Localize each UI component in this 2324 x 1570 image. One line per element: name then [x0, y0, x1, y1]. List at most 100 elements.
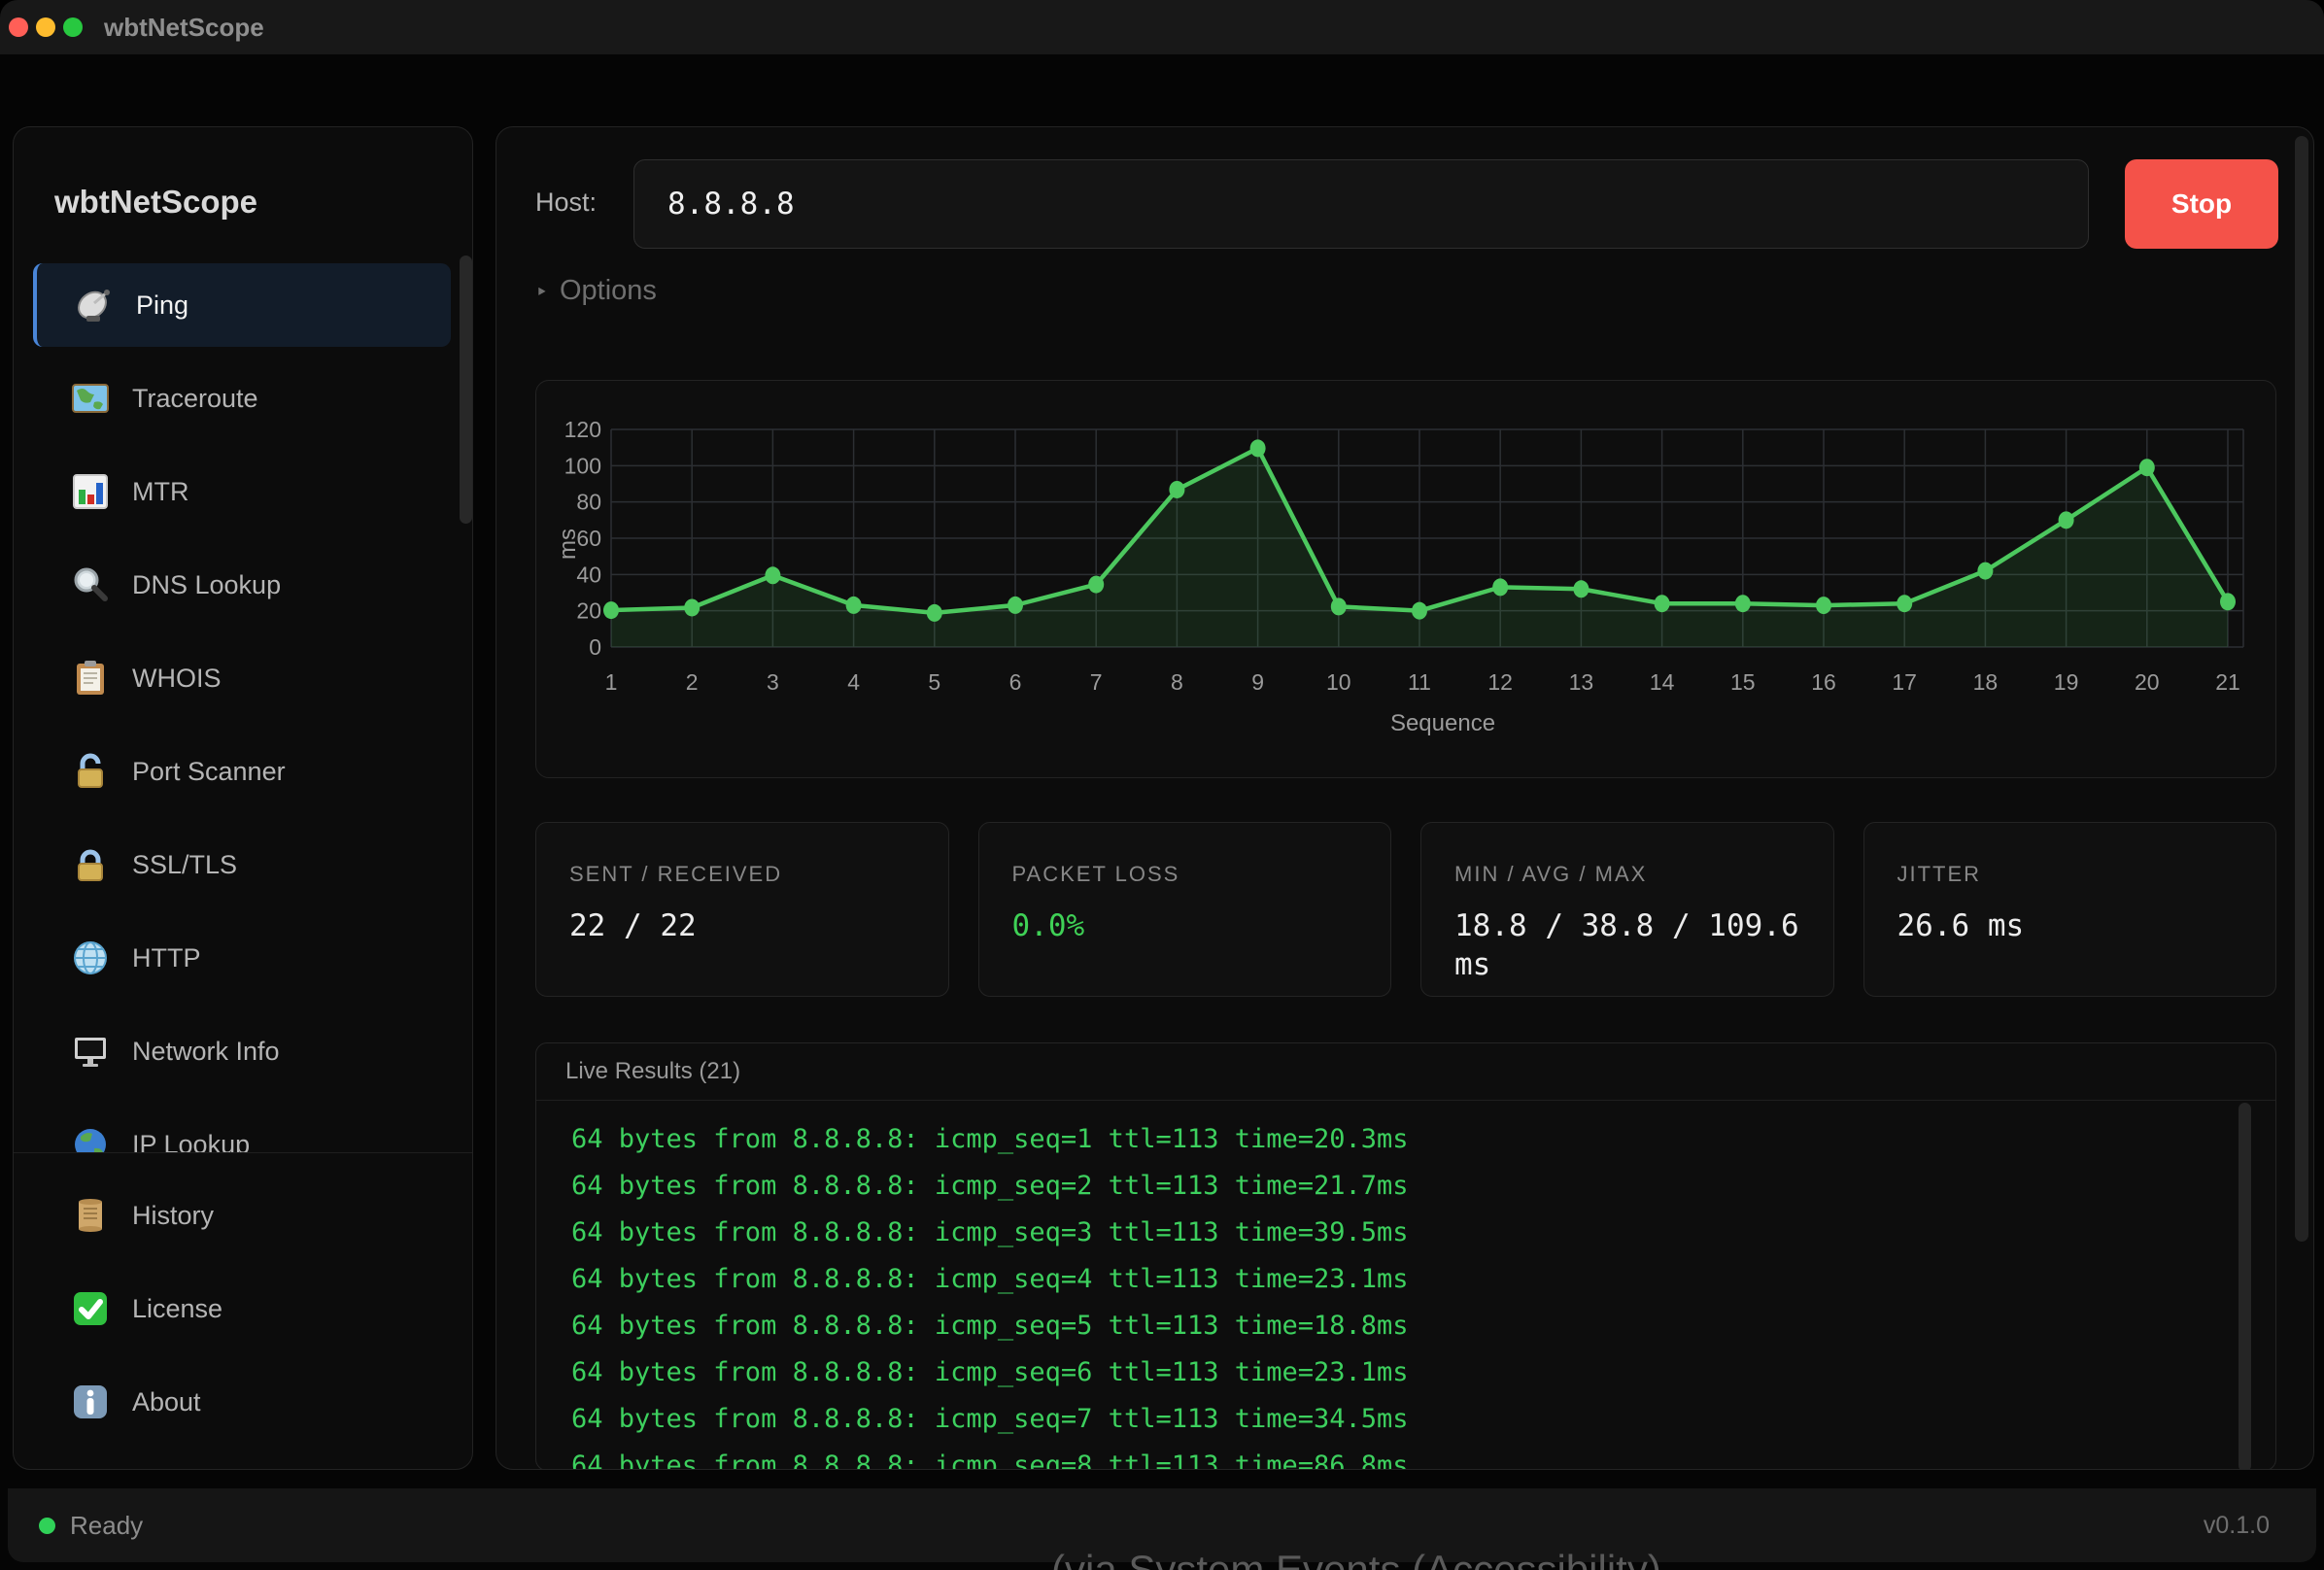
zoom-window-button[interactable]	[63, 17, 83, 37]
svg-text:10: 10	[1326, 669, 1351, 695]
svg-text:0: 0	[589, 634, 601, 660]
chart-panel: 0204060801001201234567891011121314151617…	[535, 380, 2276, 778]
app-brand: wbtNetScope	[54, 184, 257, 221]
sidebar-item-label: MTR	[132, 477, 188, 507]
stat-card-sent-received: SENT / RECEIVED 22 / 22	[535, 822, 949, 997]
sidebar-item-history[interactable]: History	[33, 1174, 451, 1257]
magnifier-icon	[68, 563, 113, 607]
background-window-text: …(via System Events (Accessibility)…	[1010, 1547, 1702, 1570]
options-toggle[interactable]: ‣ Options	[535, 275, 657, 307]
sidebar-item-whois[interactable]: WHOIS	[33, 636, 451, 720]
minimize-window-button[interactable]	[36, 17, 55, 37]
host-label: Host:	[535, 188, 597, 218]
svg-text:12: 12	[1487, 669, 1513, 695]
info-badge-icon	[68, 1380, 113, 1424]
svg-text:19: 19	[2054, 669, 2079, 695]
svg-text:20: 20	[576, 598, 601, 624]
svg-text:6: 6	[1009, 669, 1022, 695]
host-input[interactable]	[633, 159, 2089, 249]
scroll-icon	[68, 1193, 113, 1238]
svg-text:Sequence: Sequence	[1390, 710, 1495, 736]
sidebar-nav: Ping Traceroute MTR DNS Lookup WHOIS Port Sca…	[14, 249, 472, 1152]
stat-label: MIN / AVG / MAX	[1454, 862, 1800, 887]
sidebar-item-label: DNS Lookup	[132, 570, 281, 600]
sidebar-item-label: WHOIS	[132, 664, 222, 694]
main-panel: Host: Stop ‣Options 02040608010012012345…	[496, 126, 2314, 1470]
world-map-icon	[68, 376, 113, 421]
stats-row: SENT / RECEIVED 22 / 22 PACKET LOSS0.0% MIN…	[535, 822, 2276, 997]
log-scrollbar[interactable]	[2239, 1103, 2251, 1470]
sidebar-item-label: SSL/TLS	[132, 850, 237, 880]
svg-text:20: 20	[2135, 669, 2160, 695]
stat-card-jitter: JITTER 26.6 ms	[1863, 822, 2277, 997]
sidebar-item-label: HTTP	[132, 943, 201, 973]
sidebar-item-port-scanner[interactable]: Port Scanner	[33, 730, 451, 813]
stat-value: 22 / 22	[569, 906, 915, 945]
globe-icon	[68, 936, 113, 980]
main-scrollbar[interactable]	[2295, 136, 2308, 1242]
sidebar-item-label: Port Scanner	[132, 757, 286, 787]
close-window-button[interactable]	[9, 17, 28, 37]
svg-text:15: 15	[1730, 669, 1756, 695]
svg-text:ms: ms	[555, 529, 581, 560]
sidebar-item-dns-lookup[interactable]: DNS Lookup	[33, 543, 451, 627]
window-title: wbtNetScope	[104, 0, 264, 54]
svg-text:9: 9	[1251, 669, 1264, 695]
ping-latency-chart: 0204060801001201234567891011121314151617…	[536, 381, 2275, 777]
stat-value: 0.0%	[1012, 906, 1358, 945]
svg-text:120: 120	[564, 417, 601, 442]
svg-text:13: 13	[1569, 669, 1594, 695]
sidebar-item-http[interactable]: HTTP	[33, 916, 451, 1000]
svg-text:14: 14	[1650, 669, 1675, 695]
clipboard-icon	[68, 656, 113, 700]
svg-text:8: 8	[1171, 669, 1183, 695]
svg-text:21: 21	[2215, 669, 2240, 695]
sidebar-item-label: Traceroute	[132, 384, 258, 414]
sidebar-item-mtr[interactable]: MTR	[33, 450, 451, 533]
stat-value: 18.8 / 38.8 / 109.6 ms	[1454, 906, 1800, 984]
closed-lock-icon	[68, 842, 113, 887]
stat-label: SENT / RECEIVED	[569, 862, 915, 887]
earth-icon	[68, 1122, 113, 1152]
sidebar-item-ssl-tls[interactable]: SSL/TLS	[33, 823, 451, 906]
satellite-dish-icon	[72, 283, 117, 327]
stat-value: 26.6 ms	[1897, 906, 2243, 945]
sidebar-item-label: Network Info	[132, 1037, 280, 1067]
sidebar-scrollbar[interactable]	[460, 256, 472, 524]
stat-label: JITTER	[1897, 862, 2243, 887]
sidebar-item-label: About	[132, 1387, 201, 1417]
sidebar-item-ip-lookup[interactable]: IP Lookup	[33, 1103, 451, 1152]
sidebar-item-label: IP Lookup	[132, 1130, 250, 1153]
sidebar-item-about[interactable]: About	[33, 1360, 451, 1444]
stop-button[interactable]: Stop	[2125, 159, 2278, 249]
sidebar: wbtNetScope Ping Traceroute MTR DNS Lookup W…	[13, 126, 473, 1470]
svg-text:2: 2	[686, 669, 699, 695]
sidebar-divider	[14, 1152, 472, 1153]
stat-card-packet-loss: PACKET LOSS0.0%	[978, 822, 1392, 997]
ping-output-log: 64 bytes from 8.8.8.8: icmp_seq=1 ttl=11…	[536, 1101, 2275, 1470]
svg-text:1: 1	[605, 669, 618, 695]
check-box-icon	[68, 1286, 113, 1331]
open-lock-icon	[68, 749, 113, 794]
live-results-title: Live Results (21)	[536, 1043, 2275, 1101]
sidebar-item-ping[interactable]: Ping	[33, 263, 451, 347]
svg-text:40: 40	[576, 562, 601, 587]
svg-text:5: 5	[928, 669, 940, 695]
svg-text:80: 80	[576, 490, 601, 515]
bar-chart-icon	[68, 469, 113, 514]
title-bar: wbtNetScope	[0, 0, 2324, 54]
svg-text:100: 100	[564, 453, 601, 478]
sidebar-item-label: License	[132, 1294, 222, 1324]
sidebar-item-traceroute[interactable]: Traceroute	[33, 357, 451, 440]
sidebar-item-license[interactable]: License	[33, 1267, 451, 1350]
svg-text:16: 16	[1811, 669, 1836, 695]
options-label: Options	[560, 275, 657, 306]
status-dot-icon	[39, 1518, 55, 1534]
live-results-panel: Live Results (21) 64 bytes from 8.8.8.8:…	[535, 1042, 2276, 1470]
disclosure-triangle-icon: ‣	[535, 280, 548, 304]
svg-text:18: 18	[1973, 669, 1999, 695]
app-window: wbtNetScope wbtNetScope Ping Traceroute MT…	[0, 0, 2324, 1570]
sidebar-item-network-info[interactable]: Network Info	[33, 1009, 451, 1093]
svg-text:11: 11	[1408, 669, 1431, 695]
sidebar-item-label: Ping	[136, 290, 188, 321]
